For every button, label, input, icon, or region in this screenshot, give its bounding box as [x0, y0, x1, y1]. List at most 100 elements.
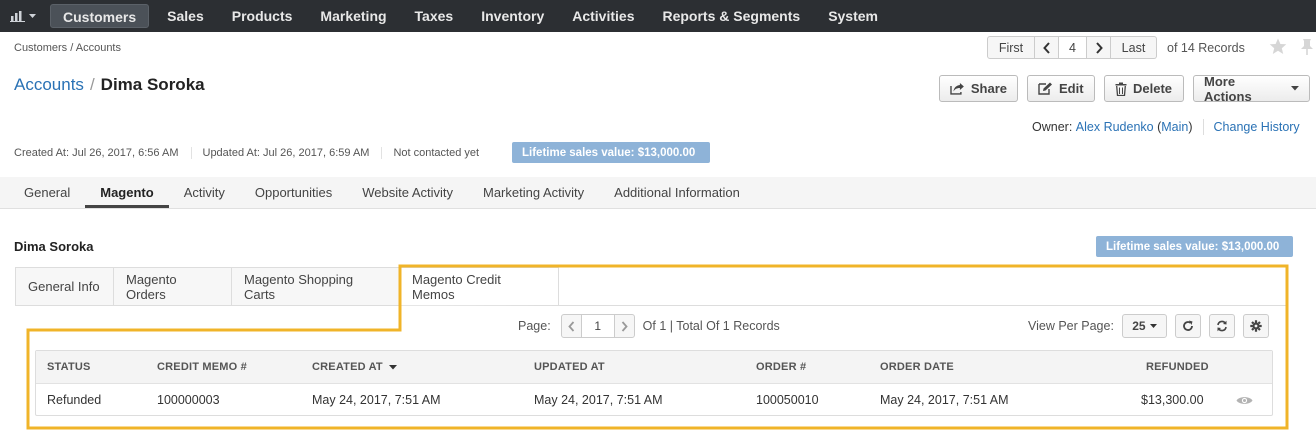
tab-website-activity[interactable]: Website Activity	[347, 177, 468, 208]
breadcrumb[interactable]: Customers / Accounts	[14, 42, 121, 54]
account-name: Dima Soroka	[100, 75, 205, 94]
view-action[interactable]	[1236, 384, 1253, 416]
owner-link[interactable]: Alex Rudenko	[1076, 120, 1154, 134]
content-lifetime-badge: Lifetime sales value: $13,000.00	[1096, 236, 1293, 257]
pin-icon[interactable]	[1300, 38, 1314, 56]
section-tabs: General Magento Activity Opportunities W…	[0, 177, 1316, 209]
column-header-created-at[interactable]: CREATED AT	[312, 351, 397, 383]
lifetime-sales-badge: Lifetime sales value: $13,000.00	[512, 142, 710, 163]
owner-line: Owner: Alex Rudenko (Main) Change Histor…	[1032, 119, 1300, 135]
action-buttons: Share Edit Delete More Actions	[939, 73, 1310, 104]
page-title: Accounts / Dima Soroka	[14, 75, 205, 95]
star-icon[interactable]	[1269, 38, 1287, 55]
table-row[interactable]: Refunded 100000003 May 24, 2017, 7:51 AM…	[36, 384, 1272, 416]
next-page-button[interactable]	[613, 314, 635, 338]
breadcrumb-bar: Customers / Accounts First 4 Last of 14 …	[0, 32, 1316, 63]
chevron-left-icon	[567, 320, 574, 332]
nav-sales[interactable]: Sales	[153, 0, 218, 32]
nav-activities[interactable]: Activities	[558, 0, 648, 32]
gear-icon	[1250, 320, 1262, 332]
first-record-button[interactable]: First	[987, 36, 1035, 59]
grid-header: STATUS CREDIT MEMO # CREATED AT UPDATED …	[36, 351, 1272, 384]
edit-label: Edit	[1059, 81, 1084, 96]
column-header-order-date[interactable]: ORDER DATE	[880, 351, 954, 383]
content-account-name: Dima Soroka	[14, 239, 94, 254]
cell-updated-at: May 24, 2017, 7:51 AM	[534, 393, 663, 407]
reset-button[interactable]	[1208, 314, 1235, 338]
sort-desc-icon	[388, 364, 397, 369]
last-record-button[interactable]: Last	[1111, 36, 1157, 59]
column-header-refunded[interactable]: REFUNDED	[1146, 351, 1209, 383]
column-header-credit-memo[interactable]: CREDIT MEMO #	[157, 351, 247, 383]
owner-label: Owner:	[1032, 120, 1073, 134]
delete-button[interactable]: Delete	[1104, 75, 1184, 102]
current-record-number: 4	[1059, 36, 1087, 59]
subtab-magento-orders[interactable]: Magento Orders	[113, 267, 231, 306]
updated-at: Updated At: Jul 26, 2017, 6:59 AM	[203, 147, 383, 159]
subtab-general-info[interactable]: General Info	[15, 267, 113, 306]
nav-inventory[interactable]: Inventory	[467, 0, 558, 32]
per-page-select[interactable]: 25	[1121, 314, 1167, 338]
tab-activity[interactable]: Activity	[169, 177, 240, 208]
sub-tabs: General Info Magento Orders Magento Shop…	[15, 267, 559, 306]
owner-unit-link[interactable]: Main	[1161, 120, 1188, 134]
nav-customers[interactable]: Customers	[50, 4, 150, 28]
top-nav: Customers Sales Products Marketing Taxes…	[0, 0, 1316, 32]
tab-additional-information[interactable]: Additional Information	[599, 177, 755, 208]
page-label: Page:	[518, 319, 551, 333]
dashboard-menu[interactable]	[0, 0, 48, 32]
prev-record-button[interactable]	[1035, 36, 1059, 59]
column-header-order-number[interactable]: ORDER #	[756, 351, 806, 383]
contact-status: Not contacted yet	[393, 147, 480, 159]
nav-products[interactable]: Products	[218, 0, 307, 32]
tab-opportunities[interactable]: Opportunities	[240, 177, 347, 208]
column-header-updated-at[interactable]: UPDATED AT	[534, 351, 605, 383]
owner-unit: (Main)	[1157, 120, 1193, 134]
panel-border	[15, 305, 1288, 306]
cell-order-date: May 24, 2017, 7:51 AM	[880, 393, 1009, 407]
nav-system[interactable]: System	[814, 0, 892, 32]
chevron-left-icon	[1042, 41, 1050, 54]
tab-magento[interactable]: Magento	[85, 177, 169, 208]
more-actions-label: More Actions	[1204, 73, 1252, 104]
grid-settings-button[interactable]	[1242, 314, 1269, 338]
chevron-right-icon	[1095, 41, 1103, 54]
next-record-button[interactable]	[1087, 36, 1111, 59]
share-button[interactable]: Share	[939, 75, 1018, 102]
subtab-magento-shopping-carts[interactable]: Magento Shopping Carts	[231, 267, 399, 306]
caret-down-icon	[29, 13, 36, 18]
refresh-icon	[1183, 320, 1193, 331]
page-input[interactable]: 1	[581, 314, 614, 338]
tab-marketing-activity[interactable]: Marketing Activity	[468, 177, 599, 208]
trash-icon	[1115, 82, 1127, 96]
nav-taxes[interactable]: Taxes	[401, 0, 468, 32]
tab-general[interactable]: General	[9, 177, 85, 208]
record-count: of 14 Records	[1167, 40, 1245, 55]
bar-chart-icon	[10, 11, 25, 22]
record-pager: First 4 Last of 14 Records	[987, 36, 1245, 59]
grid-pagination: Page: 1 Of 1 | Total Of 1 Records	[518, 314, 780, 338]
change-history-link[interactable]: Change History	[1214, 120, 1300, 134]
edit-button[interactable]: Edit	[1027, 75, 1095, 102]
delete-label: Delete	[1133, 81, 1173, 96]
created-at: Created At: Jul 26, 2017, 6:56 AM	[14, 147, 192, 159]
credit-memos-grid: STATUS CREDIT MEMO # CREATED AT UPDATED …	[35, 350, 1273, 416]
sync-icon	[1217, 320, 1227, 332]
edit-icon	[1038, 82, 1052, 95]
share-icon	[950, 83, 964, 95]
accounts-link[interactable]: Accounts	[14, 75, 84, 94]
subtab-magento-credit-memos[interactable]: Magento Credit Memos	[399, 267, 559, 306]
column-header-status[interactable]: STATUS	[47, 351, 91, 383]
record-meta: Created At: Jul 26, 2017, 6:56 AM Update…	[14, 142, 710, 163]
caret-down-icon	[1291, 86, 1299, 91]
cell-created-at: May 24, 2017, 7:51 AM	[312, 393, 441, 407]
refresh-button[interactable]	[1174, 314, 1201, 338]
prev-page-button[interactable]	[560, 314, 582, 338]
column-header-created-at-label: CREATED AT	[312, 361, 383, 373]
grid-settings: View Per Page: 25	[1028, 314, 1269, 338]
cell-status: Refunded	[47, 393, 102, 407]
more-actions-button[interactable]: More Actions	[1193, 73, 1310, 104]
nav-marketing[interactable]: Marketing	[306, 0, 400, 32]
nav-reports-segments[interactable]: Reports & Segments	[648, 0, 814, 32]
title-separator: /	[89, 75, 95, 94]
